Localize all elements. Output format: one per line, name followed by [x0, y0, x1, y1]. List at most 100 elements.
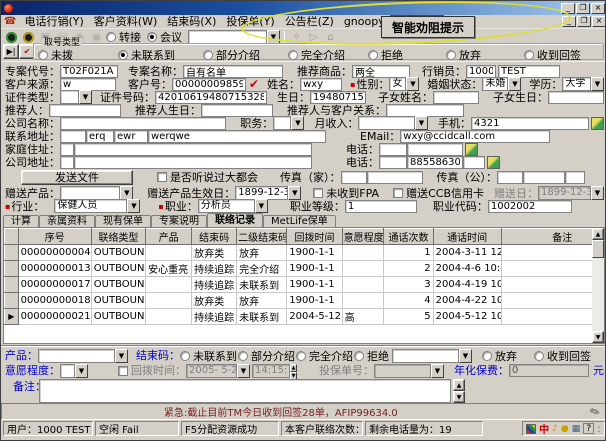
table-row[interactable]: 00000000017OUTBOUND持续追踪未联系到1900-1-132004…	[5, 277, 593, 293]
ccb-card-checkbox[interactable]	[393, 188, 403, 198]
annual-premium-field[interactable]	[509, 364, 589, 377]
menu-bulletin[interactable]: 公告栏(Z)	[280, 15, 339, 28]
tab-contact-log[interactable]: 联络记录	[207, 213, 263, 227]
radio-result-abandoned[interactable]: 放弃	[482, 348, 528, 364]
conference-target-combobox[interactable]: ▼	[188, 30, 280, 44]
col-result-code[interactable]: 结束码	[192, 229, 237, 245]
send-file-button[interactable]: 发送文件	[21, 170, 133, 185]
col-contact-type[interactable]: 联络类型	[91, 229, 145, 245]
dial-number-icon[interactable]	[487, 156, 500, 169]
col-call-time[interactable]: 通话时间	[433, 229, 501, 245]
chevron-down-icon[interactable]: ▼	[415, 116, 428, 130]
child-close-button[interactable]: ×	[592, 16, 606, 27]
child-restore-button[interactable]: ❐	[577, 16, 591, 27]
company-phone-area-field[interactable]	[379, 156, 407, 169]
child-minimize-button[interactable]: _	[562, 16, 576, 27]
company-name-field[interactable]	[60, 117, 226, 130]
chevron-down-icon[interactable]: ▼	[127, 199, 140, 213]
fax-office-ext-field[interactable]	[565, 171, 585, 184]
gift-product-combobox[interactable]: ▼	[60, 186, 133, 200]
home-phone-number-field[interactable]	[407, 143, 463, 156]
contact-address-field-2[interactable]	[86, 130, 114, 143]
agent-id-field[interactable]	[466, 65, 496, 78]
occupation-level-field[interactable]	[345, 200, 417, 213]
chevron-down-icon[interactable]: ▼	[255, 199, 268, 213]
row-marker[interactable]: ▶	[5, 309, 19, 325]
child-name-field[interactable]	[433, 91, 479, 104]
ime-indicator-icon[interactable]	[526, 424, 536, 434]
chevron-down-icon[interactable]: ▼	[267, 30, 280, 44]
row-marker[interactable]	[5, 245, 19, 261]
dial-number-icon[interactable]	[465, 143, 478, 156]
marital-combobox[interactable]: 未婚▼	[482, 77, 521, 91]
willingness-combobox[interactable]: ▼	[60, 364, 88, 378]
contact-address-field-1[interactable]	[60, 130, 86, 143]
radio-result-rejected[interactable]: 拒绝	[354, 348, 392, 364]
row-marker[interactable]	[5, 277, 19, 293]
minimize-button[interactable]: _	[561, 3, 575, 14]
contact-address-field-4[interactable]	[148, 130, 326, 143]
chevron-down-icon[interactable]: ▼	[291, 116, 304, 130]
radio-result-full-intro[interactable]: 完全介绍	[296, 348, 354, 364]
company-phone-ext-field[interactable]	[463, 156, 485, 169]
table-row[interactable]: 00000000018OUTBOUND放弃类放弃1900-1-142004-4-…	[5, 293, 593, 309]
monthly-income-combobox[interactable]: ▼	[358, 116, 428, 130]
radio-result-partial-intro[interactable]: 部分介绍	[238, 348, 296, 364]
answer-call-icon[interactable]	[4, 31, 19, 44]
dial-number-icon[interactable]	[591, 117, 604, 130]
tab-existing-policy[interactable]: 现有保单	[95, 215, 151, 227]
col-callback-time[interactable]: 回拨时间	[287, 229, 342, 245]
mobile-field[interactable]	[471, 117, 589, 130]
home-icon[interactable]: ⌂	[323, 31, 338, 44]
row-marker[interactable]	[5, 261, 19, 277]
name-field[interactable]	[300, 78, 342, 91]
reject-reason-combobox[interactable]: ▼	[392, 349, 472, 363]
chevron-down-icon[interactable]: ▼	[120, 186, 133, 200]
sound-icon[interactable]: ♪	[552, 424, 558, 434]
help-icon[interactable]: ?	[583, 423, 594, 434]
company-address-field-2[interactable]	[74, 156, 312, 169]
fax-office-area-field[interactable]	[497, 171, 523, 184]
home-phone-area-field[interactable]	[379, 143, 407, 156]
fax-home-area-field[interactable]	[341, 171, 367, 184]
menu-result-code[interactable]: 结束码(X)	[162, 15, 221, 28]
remark-textarea[interactable]	[39, 379, 451, 403]
gender-combobox[interactable]: 女▼	[389, 77, 419, 91]
time-spinner[interactable]: ▲▼	[290, 364, 297, 378]
keyboard-icon[interactable]: ▦	[572, 424, 581, 434]
radio-result-signed-back[interactable]: 收到回签	[534, 348, 602, 364]
id-no-field[interactable]	[155, 91, 267, 104]
industry-combobox[interactable]: 保健人员▼	[54, 199, 140, 213]
smart-dissuade-tip-box[interactable]: 智能劝阻提示	[381, 16, 475, 38]
customer-no-field[interactable]	[172, 78, 246, 91]
home-address-field-1[interactable]	[60, 143, 74, 156]
col-remark[interactable]: 备注	[501, 229, 592, 245]
row-marker[interactable]	[5, 293, 19, 309]
education-combobox[interactable]: 大学▼	[562, 77, 604, 91]
moon-icon[interactable]: ●	[561, 424, 569, 434]
contact-address-field-3[interactable]	[114, 130, 148, 143]
chevron-down-icon[interactable]: ▼	[591, 77, 604, 91]
tab-metlife-policy[interactable]: MetLife保单	[263, 215, 336, 227]
project-name-field[interactable]	[183, 65, 283, 78]
occupation-combobox[interactable]: 分析员▼	[198, 199, 268, 213]
product-combobox[interactable]: ▼	[38, 349, 128, 363]
chevron-down-icon[interactable]: ▼	[459, 349, 472, 363]
ime-chinese-icon[interactable]: 中	[539, 421, 549, 436]
chevron-down-icon[interactable]: ▼	[79, 90, 92, 104]
scroll-up-icon[interactable]: ▲	[592, 228, 604, 240]
scroll-down-icon[interactable]: ▼	[592, 331, 604, 343]
scroll-up-icon[interactable]: ▲	[453, 379, 465, 391]
scroll-down-icon[interactable]: ▼	[453, 391, 465, 403]
chevron-down-icon[interactable]: ▼	[75, 364, 88, 378]
close-button[interactable]: ×	[591, 3, 605, 14]
col-willingness[interactable]: 意愿程度	[342, 229, 384, 245]
tab-relatives[interactable]: 亲属资料	[39, 215, 95, 227]
tab-project-desc[interactable]: 专案说明	[151, 215, 207, 227]
park-call-icon[interactable]	[89, 31, 104, 44]
callback-checkbox[interactable]	[118, 366, 128, 376]
menu-telemarketing[interactable]: 电话行销(Y)	[19, 15, 88, 28]
restore-button[interactable]: ❐	[576, 3, 590, 14]
col-seq[interactable]: 序号	[18, 229, 91, 245]
fpa-not-received-checkbox[interactable]	[313, 188, 323, 198]
